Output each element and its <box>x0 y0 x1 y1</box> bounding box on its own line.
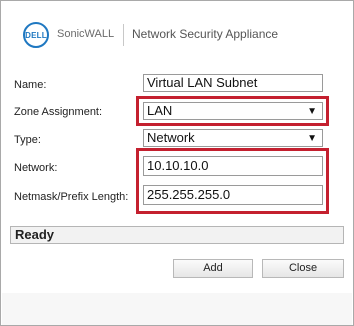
network-label: Network: <box>14 162 58 174</box>
dialog-window: DELL SonicWALL Network Security Applianc… <box>0 0 354 326</box>
add-button[interactable]: Add <box>173 259 253 278</box>
product-name: Network Security Appliance <box>132 27 279 41</box>
close-button[interactable]: Close <box>262 259 344 278</box>
zone-assignment-label: Zone Assignment: <box>14 106 103 118</box>
type-value: Network <box>147 130 195 145</box>
name-input[interactable]: Virtual LAN Subnet <box>143 74 323 92</box>
chevron-down-icon: ▼ <box>307 106 317 117</box>
chevron-down-icon: ▼ <box>307 133 317 144</box>
netmask-input[interactable]: 255.255.255.0 <box>143 185 323 205</box>
type-select[interactable]: Network ▼ <box>143 129 323 147</box>
netmask-label: Netmask/Prefix Length: <box>14 191 129 203</box>
type-label: Type: <box>14 134 41 146</box>
dell-logo: DELL <box>23 22 49 48</box>
dialog-footer <box>2 293 352 325</box>
zone-assignment-value: LAN <box>147 103 173 118</box>
header-divider <box>123 24 124 46</box>
status-bar: Ready <box>10 226 344 244</box>
network-input[interactable]: 10.10.10.0 <box>143 156 323 176</box>
brand-name: SonicWALL <box>57 28 115 40</box>
zone-assignment-select[interactable]: LAN ▼ <box>143 102 323 120</box>
name-label: Name: <box>14 79 47 91</box>
dialog-header: DELL SonicWALL Network Security Applianc… <box>2 2 352 62</box>
